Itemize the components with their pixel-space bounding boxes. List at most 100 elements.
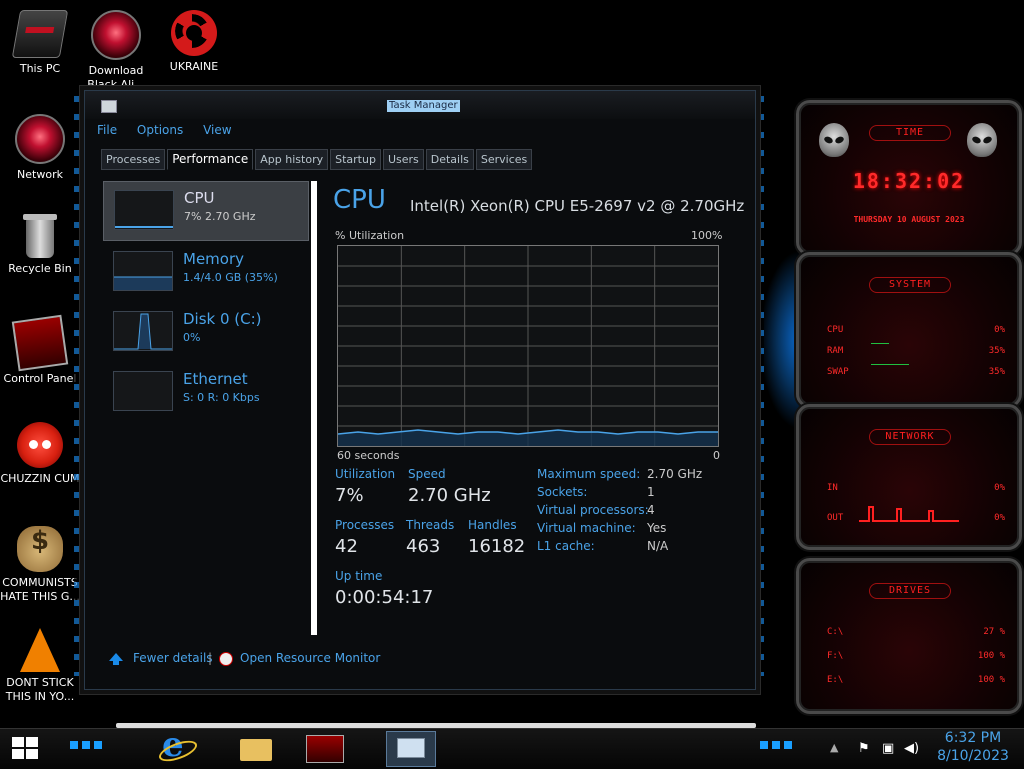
window-frame-decoration-left bbox=[74, 96, 82, 676]
menu-view[interactable]: View bbox=[203, 123, 231, 137]
spec-label: L1 cache: bbox=[537, 539, 595, 553]
resource-cpu[interactable]: CPU 7% 2.70 GHz bbox=[103, 181, 309, 241]
uptime-value: 0:00:54:17 bbox=[335, 587, 434, 608]
desktop-icon-communists[interactable]: COMMUNISTS HATE THIS G... bbox=[0, 526, 80, 604]
taskbar-decoration bbox=[116, 723, 756, 728]
desktop-icon-label: Download Black Ali... bbox=[87, 64, 145, 91]
widget-row-value: 27 % bbox=[983, 627, 1005, 637]
windows-logo-icon bbox=[26, 749, 38, 759]
taskbar-clock[interactable]: 6:32 PM 8/10/2023 bbox=[930, 729, 1016, 765]
cpu-title: CPU bbox=[333, 185, 386, 215]
resource-sub: 0% bbox=[183, 331, 201, 344]
utilization-value: 7% bbox=[335, 485, 364, 506]
time-widget: TIME 18:32:02 THURSDAY 10 AUGUST 2023 bbox=[796, 100, 1022, 256]
menu-file[interactable]: File bbox=[97, 123, 117, 137]
widget-row-value: 100 % bbox=[977, 651, 1005, 661]
fewer-details-link[interactable]: Fewer details bbox=[133, 651, 213, 665]
desktop-icon-label: Control Panel bbox=[3, 372, 77, 385]
widget-date: THURSDAY 10 AUGUST 2023 bbox=[853, 215, 965, 224]
pane-splitter[interactable] bbox=[311, 181, 317, 635]
desktop-icon-control-panel[interactable]: Control Panel bbox=[0, 314, 80, 386]
drives-widget: DRIVES C:\ 27 % F:\ 100 % E:\ 100 % bbox=[796, 558, 1022, 714]
graph-time-label: 60 seconds bbox=[337, 449, 400, 462]
widget-title: DRIVES bbox=[869, 583, 951, 599]
taskbar-decoration-dots bbox=[760, 741, 796, 749]
desktop-icon-network[interactable]: Network bbox=[0, 114, 80, 182]
widget-row-value: 0% bbox=[994, 325, 1005, 335]
alien-head-icon bbox=[967, 123, 997, 157]
up-arrow-icon[interactable]: ▲ bbox=[830, 741, 838, 754]
flag-icon[interactable]: ⚑ bbox=[858, 741, 870, 756]
utilization-axis-label: % Utilization bbox=[335, 229, 405, 242]
file-explorer-icon[interactable] bbox=[236, 731, 276, 765]
spec-value: 4 bbox=[647, 503, 655, 517]
desktop-icon-this-pc[interactable]: This PC bbox=[0, 10, 80, 76]
desktop-icon-label: Network bbox=[17, 168, 63, 181]
title-bar[interactable]: Task Manager bbox=[85, 91, 755, 119]
widget-row-label: C:\ bbox=[827, 627, 844, 637]
disk-mini-graph bbox=[113, 311, 173, 351]
widget-row-label: OUT bbox=[827, 513, 844, 523]
network-out-graph bbox=[859, 506, 959, 522]
tab-performance[interactable]: Performance bbox=[167, 149, 254, 170]
resource-ethernet[interactable]: Ethernet S: 0 R: 0 Kbps bbox=[103, 363, 307, 421]
widget-row-label: CPU bbox=[827, 325, 844, 335]
task-manager-icon[interactable] bbox=[386, 731, 436, 767]
window-title: Task Manager bbox=[387, 100, 460, 112]
desktop-widgets: TIME 18:32:02 THURSDAY 10 AUGUST 2023 SY… bbox=[792, 92, 1024, 714]
menu-options[interactable]: Options bbox=[137, 123, 183, 137]
desktop-icon-dont-stick[interactable]: DONT STICK THIS IN YO... bbox=[0, 628, 80, 704]
tab-processes[interactable]: Processes bbox=[101, 149, 166, 170]
control-panel-icon bbox=[11, 314, 69, 372]
utilization-label: Utilization bbox=[335, 467, 396, 481]
resource-memory[interactable]: Memory 1.4/4.0 GB (35%) bbox=[103, 243, 307, 301]
recycle-bin-icon bbox=[23, 214, 57, 258]
resource-name: CPU bbox=[184, 189, 215, 207]
windows-logo-icon bbox=[12, 749, 24, 759]
network-icon[interactable]: ▣ bbox=[882, 741, 894, 756]
tab-bar: Processes Performance App history Startu… bbox=[101, 149, 534, 171]
tab-startup[interactable]: Startup bbox=[330, 149, 381, 170]
windows-logo-icon bbox=[26, 737, 38, 747]
desktop-icon-ukraine[interactable]: UKRAINE bbox=[154, 10, 234, 74]
desktop-icon-label: DONT STICK THIS IN YO... bbox=[5, 676, 75, 703]
resource-disk[interactable]: Disk 0 (C:) 0% bbox=[103, 303, 307, 361]
speed-label: Speed bbox=[408, 467, 446, 481]
tab-details[interactable]: Details bbox=[425, 149, 474, 170]
ram-bar bbox=[871, 343, 889, 344]
processes-label: Processes bbox=[335, 518, 395, 532]
open-resource-monitor-link[interactable]: Open Resource Monitor bbox=[240, 651, 380, 665]
windows-logo-icon bbox=[12, 737, 24, 747]
graph-time-end: 0 bbox=[713, 449, 720, 462]
resource-sub: 1.4/4.0 GB (35%) bbox=[183, 271, 278, 284]
internet-explorer-icon[interactable] bbox=[156, 725, 196, 765]
tab-services[interactable]: Services bbox=[475, 149, 533, 170]
system-widget: SYSTEM CPU 0% RAM 35% SWAP 35% bbox=[796, 252, 1022, 408]
desktop-icon-chuzzin[interactable]: CHUZZIN CUM bbox=[0, 422, 80, 486]
widget-row-label: RAM bbox=[827, 346, 844, 356]
widget-title: NETWORK bbox=[869, 429, 951, 445]
network-icon bbox=[15, 114, 65, 164]
widget-row-label: F:\ bbox=[827, 651, 844, 661]
threads-label: Threads bbox=[406, 518, 455, 532]
taskbar: ▲ ⚑ ▣ ◀) 6:32 PM 8/10/2023 bbox=[0, 723, 1024, 769]
cpu-graph-svg bbox=[338, 246, 718, 446]
tab-app-history[interactable]: App history bbox=[255, 149, 329, 170]
start-button[interactable] bbox=[12, 737, 38, 759]
resource-name: Memory bbox=[183, 250, 245, 268]
chuzzle-icon bbox=[17, 422, 63, 468]
task-manager-window[interactable]: Task Manager File Options View Processes… bbox=[84, 90, 756, 690]
computer-icon bbox=[11, 10, 69, 58]
chevron-up-icon[interactable] bbox=[109, 653, 123, 665]
tab-users[interactable]: Users bbox=[382, 149, 424, 170]
task-manager-icon bbox=[101, 100, 117, 113]
cpu-utilization-graph bbox=[337, 245, 719, 447]
desktop-icon-download-black-alien[interactable]: Download Black Ali... bbox=[76, 10, 156, 92]
control-panel-icon[interactable] bbox=[306, 735, 344, 763]
desktop-icon-recycle-bin[interactable]: Recycle Bin bbox=[0, 214, 80, 276]
spec-value: 2.70 GHz bbox=[647, 467, 703, 481]
window-frame-decoration-right bbox=[756, 96, 764, 676]
volume-icon[interactable]: ◀) bbox=[904, 741, 919, 756]
spec-value: N/A bbox=[647, 539, 669, 553]
alien-head-icon bbox=[819, 123, 849, 157]
